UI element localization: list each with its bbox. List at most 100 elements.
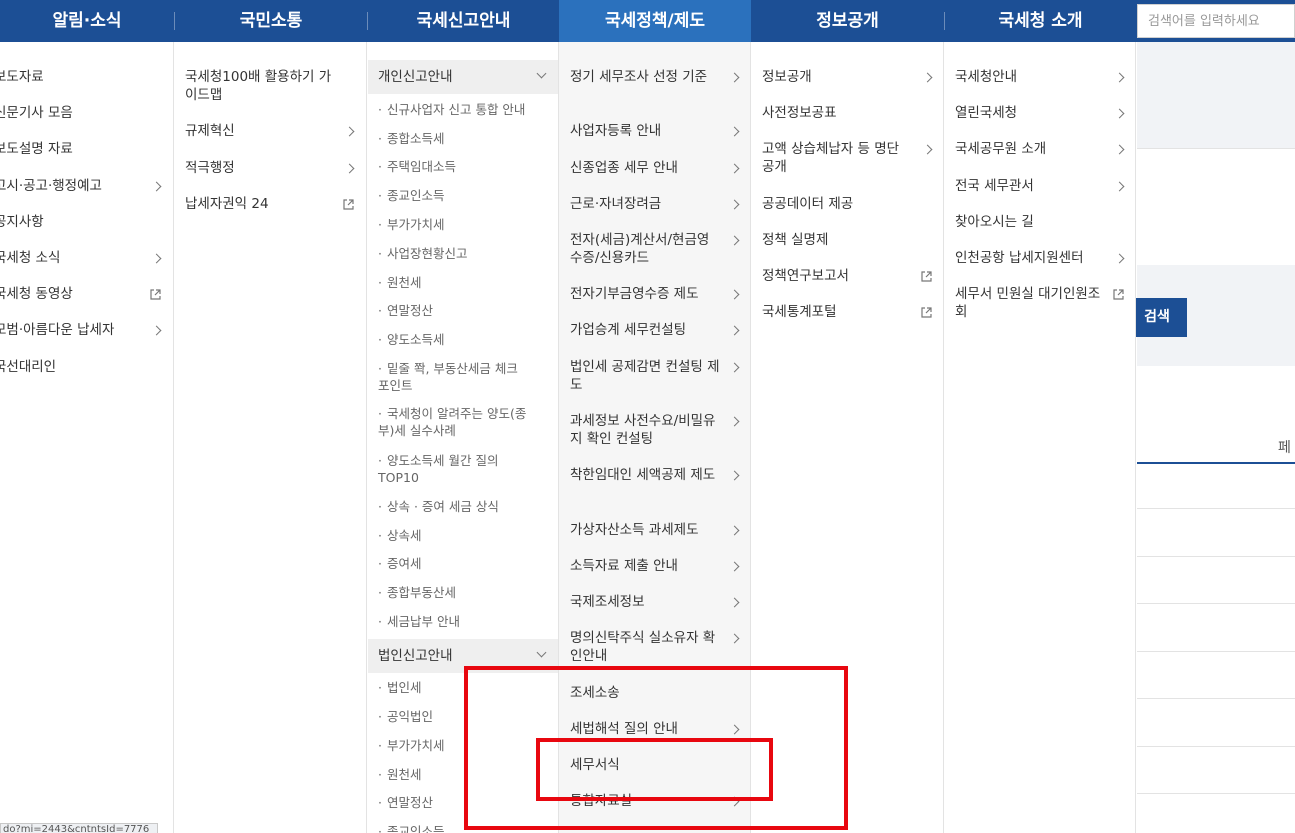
chevron-right-icon — [1114, 181, 1125, 192]
menu-item-policy-real-name[interactable]: 정책 실명제 — [762, 231, 912, 249]
menu-item-directions[interactable]: 찾아오시는 길 — [955, 213, 1105, 231]
menu-item-news-articles[interactable]: 신문기사 모음 — [0, 104, 164, 122]
nav-tab-about[interactable]: 국세청 소개 — [945, 0, 1136, 42]
sub-item[interactable]: · 연말정산 — [378, 302, 548, 319]
menu-item-tax-officials[interactable]: 국세공무원 소개 — [955, 140, 1105, 158]
menu-item-notices-announcements[interactable]: 고시·공고·행정예고 — [0, 177, 164, 195]
menu-item-model-taxpayers[interactable]: 모범·아름다운 납세자 — [0, 321, 164, 339]
table-row-line — [1137, 508, 1295, 509]
nav-tab-information-disclosure[interactable]: 정보공개 — [751, 0, 944, 42]
sub-item[interactable]: · 종교인소득 — [378, 187, 548, 204]
sub-item[interactable]: · 법인세 — [378, 679, 548, 696]
sub-item[interactable]: · 원천세 — [378, 274, 548, 291]
group-header-corporate-filing[interactable]: 법인신고안내 — [368, 639, 558, 673]
group-header-label: 법인신고안내 — [378, 648, 453, 664]
menu-item-open-nts[interactable]: 열린국세청 — [955, 104, 1105, 122]
background-divider — [1137, 148, 1295, 149]
table-row-line — [1137, 651, 1295, 652]
menu-item-nominee-stock[interactable]: 명의신탁주식 실소유자 확인안내 — [570, 629, 720, 665]
nav-tab-tax-filing[interactable]: 국세신고안내 — [368, 0, 559, 42]
menu-item-prior-disclosure[interactable]: 사전정보공표 — [762, 104, 912, 122]
menu-item-policy-research[interactable]: 정책연구보고서 — [762, 267, 912, 285]
menu-item-waiting-count[interactable]: 세무서 민원실 대기인원조회 — [955, 285, 1105, 321]
menu-item-proactive-administration[interactable]: 적극행정 — [185, 159, 335, 177]
menu-item-delinquent-list[interactable]: 고액 상습체납자 등 명단 공개 — [762, 140, 912, 176]
sub-item[interactable]: · 상속 · 증여 세금 상식 — [378, 498, 548, 515]
menu-item-business-registration[interactable]: 사업자등록 안내 — [570, 122, 720, 140]
sub-item[interactable]: · 부가가치세 — [378, 737, 548, 754]
menu-item-tax-offices[interactable]: 전국 세무관서 — [955, 177, 1105, 195]
external-link-icon — [343, 199, 354, 210]
chevron-right-icon — [729, 633, 740, 644]
menu-item-airport-tax-center[interactable]: 인천공항 납세지원센터 — [955, 249, 1105, 267]
chevron-right-icon — [729, 561, 740, 572]
menu-item-virtual-asset-tax[interactable]: 가상자산소득 과세제도 — [570, 521, 720, 539]
menu-item-nts-videos[interactable]: 국세청 동영상 — [0, 285, 164, 303]
chevron-right-icon — [729, 724, 740, 735]
menu-item-nts-news[interactable]: 국세청 소식 — [0, 249, 164, 267]
nav-tab-communication[interactable]: 국민소통 — [175, 0, 367, 42]
menu-item-taxpayer-rights-24[interactable]: 납세자권익 24 — [185, 195, 335, 213]
top-navigation-bar: 알림·소식 국민소통 국세신고안내 국세정책/제도 정보공개 국세청 소개 — [0, 0, 1295, 42]
menu-item-international-tax[interactable]: 국제조세정보 — [570, 593, 720, 611]
sub-item[interactable]: · 주택임대소득 — [378, 158, 548, 175]
menu-item-tax-litigation[interactable]: 조세소송 — [570, 684, 720, 702]
chevron-right-icon — [729, 525, 740, 536]
sub-item[interactable]: · 국세청이 알려주는 양도(종부)세 실수사례 — [378, 405, 538, 439]
menu-item-press-explanation[interactable]: 보도설명 자료 — [0, 140, 164, 158]
sub-item[interactable]: · 증여세 — [378, 555, 548, 572]
chevron-right-icon — [344, 126, 355, 137]
chevron-right-icon — [729, 362, 740, 373]
sub-item[interactable]: · 신규사업자 신고 통합 안내 — [378, 101, 548, 118]
sub-item[interactable]: · 양도소득세 월간 질의 TOP10 — [378, 452, 518, 486]
menu-item-public-data[interactable]: 공공데이터 제공 — [762, 195, 912, 213]
menu-item-tax-info-consulting[interactable]: 과세정보 사전수요/비밀유지 확인 컨설팅 — [570, 412, 720, 448]
sub-item[interactable]: · 종합소득세 — [378, 130, 548, 147]
menu-item-electronic-invoice[interactable]: 전자(세금)계산서/현금영수증/신용카드 — [570, 231, 720, 267]
search-button[interactable]: 검색 — [1127, 298, 1187, 337]
menu-item-tax-forms[interactable]: 세무서식 — [570, 756, 720, 774]
chevron-right-icon — [729, 163, 740, 174]
menu-item-corporate-tax-consulting[interactable]: 법인세 공제감면 컨설팅 제도 — [570, 358, 720, 394]
menu-item-integrated-archive[interactable]: 통합자료실 — [570, 792, 720, 810]
sub-item[interactable]: · 연말정산 — [378, 794, 548, 811]
menu-item-tax-interpretation[interactable]: 세법해석 질의 안내 — [570, 720, 720, 738]
external-link-icon — [921, 307, 932, 318]
menu-item-good-landlord-credit[interactable]: 착한임대인 세액공제 제도 — [570, 466, 720, 484]
menu-item-earned-income-credit[interactable]: 근로·자녀장려금 — [570, 195, 720, 213]
menu-item-regulatory-innovation[interactable]: 규제혁신 — [185, 122, 335, 140]
sub-item[interactable]: · 원천세 — [378, 766, 548, 783]
menu-item-public-representative[interactable]: 국선대리인 — [0, 358, 164, 376]
sub-item[interactable]: · 세금납부 안내 — [378, 613, 548, 630]
sub-item[interactable]: · 사업장현황신고 — [378, 245, 548, 262]
menu-item-family-business-consulting[interactable]: 가업승계 세무컨설팅 — [570, 321, 720, 339]
sub-item[interactable]: · 밑줄 쫙, 부동산세금 체크포인트 — [378, 360, 518, 394]
external-link-icon — [1113, 289, 1124, 300]
menu-item-electronic-donation-receipt[interactable]: 전자기부금영수증 제도 — [570, 285, 720, 303]
menu-item-guide-map[interactable]: 국세청100배 활용하기 가이드맵 — [185, 68, 335, 104]
menu-item-audit-selection[interactable]: 정기 세무조사 선정 기준 — [570, 68, 720, 86]
chevron-right-icon — [344, 163, 355, 174]
menu-item-info-disclosure[interactable]: 정보공개 — [762, 68, 912, 86]
nav-tab-tax-policy[interactable]: 국세정책/제도 — [559, 0, 751, 42]
group-header-personal-filing[interactable]: 개인신고안내 — [368, 60, 558, 94]
menu-item-income-data-submission[interactable]: 소득자료 제출 안내 — [570, 557, 720, 575]
menu-item-notice[interactable]: 공지사항 — [0, 213, 164, 231]
chevron-right-icon — [729, 289, 740, 300]
chevron-right-icon — [729, 796, 740, 807]
external-link-icon — [921, 271, 932, 282]
sub-item[interactable]: · 종교인소득 — [378, 823, 548, 833]
menu-item-tax-statistics-portal[interactable]: 국세통계포털 — [762, 303, 912, 321]
sub-item[interactable]: · 공익법인 — [378, 708, 548, 725]
search-input[interactable] — [1137, 4, 1295, 38]
menu-item-press-release[interactable]: 보도자료 — [0, 68, 164, 86]
sub-item[interactable]: · 상속세 — [378, 527, 548, 544]
sub-item[interactable]: · 양도소득세 — [378, 331, 548, 348]
sub-item[interactable]: · 종합부동산세 — [378, 584, 548, 601]
sub-item[interactable]: · 부가가치세 — [378, 216, 548, 233]
nav-tab-news[interactable]: 알림·소식 — [0, 0, 174, 42]
menu-item-new-industry-tax[interactable]: 신종업종 세무 안내 — [570, 159, 720, 177]
menu-item-nts-guide[interactable]: 국세청안내 — [955, 68, 1105, 86]
background-panel — [1137, 42, 1295, 148]
external-link-icon — [150, 289, 161, 300]
